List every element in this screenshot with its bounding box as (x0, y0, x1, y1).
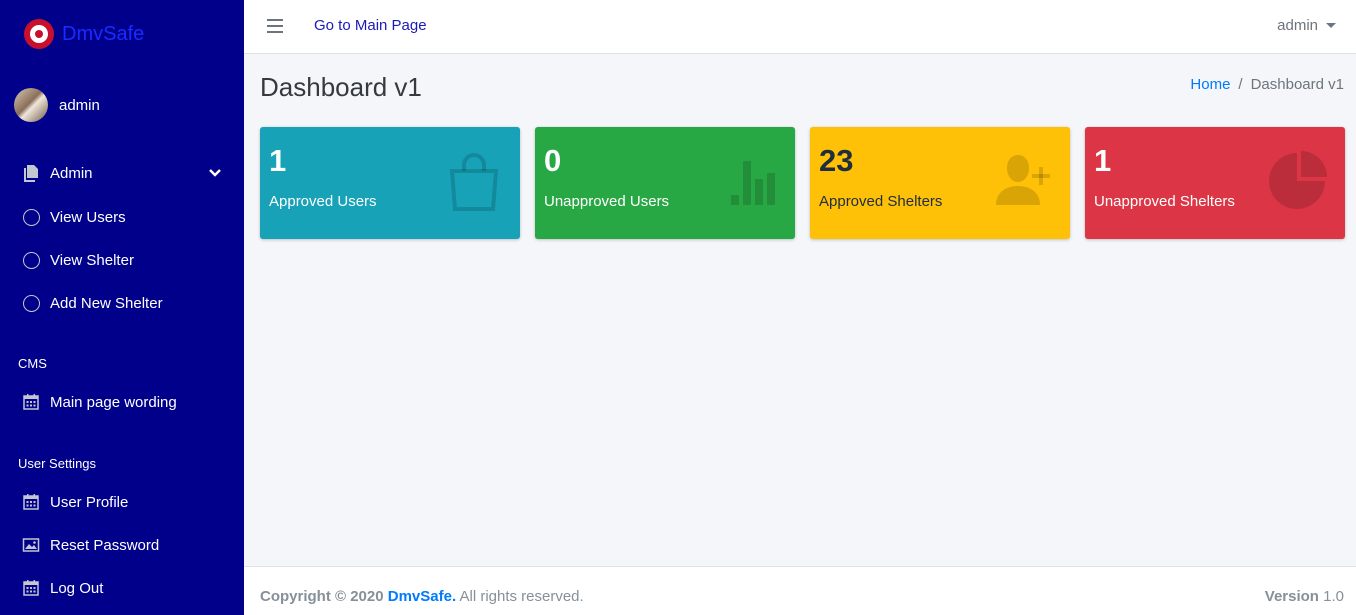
sidebar-item-label: Admin (50, 164, 93, 182)
stat-label: Unapproved Users (544, 193, 670, 210)
sidebar-item-main-page-wording[interactable]: Main page wording (0, 384, 244, 420)
go-to-main-page-link[interactable]: Go to Main Page (314, 17, 427, 34)
footer-brand-link[interactable]: DmvSafe. (388, 588, 456, 605)
pie-chart-icon (1267, 147, 1331, 211)
page-title: Dashboard v1 (260, 72, 422, 102)
version-label: Version (1264, 588, 1319, 605)
stat-box-approved-shelters[interactable]: 23 Approved Shelters (810, 127, 1070, 239)
sidebar-item-user-profile[interactable]: User Profile (0, 484, 244, 520)
stat-box-unapproved-users[interactable]: 0 Unapproved Users (535, 127, 795, 239)
caret-down-icon (1326, 23, 1336, 28)
brand-link[interactable]: DmvSafe (24, 18, 144, 50)
calendar-icon (22, 393, 40, 411)
brand-logo-icon (24, 19, 54, 49)
footer: Copyright © 2020 DmvSafe. All rights res… (244, 566, 1356, 615)
hamburger-menu-icon[interactable] (267, 19, 283, 33)
user-panel[interactable]: admin (14, 88, 100, 122)
user-dropdown-label: admin (1277, 17, 1318, 34)
sidebar-item-view-users[interactable]: View Users (0, 199, 244, 235)
stat-box-unapproved-shelters[interactable]: 1 Unapproved Shelters (1085, 127, 1345, 239)
copyright-prefix: Copyright © 2020 (260, 588, 384, 605)
circle-icon (22, 294, 40, 312)
circle-icon (22, 208, 40, 226)
breadcrumb-home-link[interactable]: Home (1190, 76, 1230, 93)
version: Version 1.0 (1265, 588, 1344, 605)
breadcrumb: Home / Dashboard v1 (1190, 76, 1344, 93)
sidebar-item-add-new-shelter[interactable]: Add New Shelter (0, 285, 244, 321)
stat-value: 0 (544, 143, 562, 178)
nav-header-cms: CMS (18, 356, 47, 371)
sidebar: DmvSafe admin Admin View Users View Shel… (0, 0, 244, 615)
calendar-icon (22, 579, 40, 597)
stat-value: 23 (819, 143, 854, 178)
brand-name: DmvSafe (62, 22, 145, 45)
rights-text: All rights reserved. (459, 588, 584, 605)
user-dropdown[interactable]: admin (1277, 17, 1336, 34)
sidebar-item-view-shelter[interactable]: View Shelter (0, 242, 244, 278)
avatar (14, 88, 48, 122)
sidebar-item-admin[interactable]: Admin (0, 155, 244, 191)
user-plus-icon (992, 147, 1056, 211)
sidebar-item-log-out[interactable]: Log Out (0, 570, 244, 606)
stat-box-approved-users[interactable]: 1 Approved Users (260, 127, 520, 239)
stat-label: Approved Users (269, 193, 377, 210)
sidebar-item-label: View Shelter (50, 251, 134, 269)
stat-label: Approved Shelters (819, 193, 943, 210)
stat-value: 1 (269, 143, 287, 178)
stat-value: 1 (1094, 143, 1112, 178)
version-value: 1.0 (1323, 588, 1344, 605)
calendar-icon (22, 493, 40, 511)
sidebar-item-label: Log Out (50, 579, 104, 597)
nav-header-user-settings: User Settings (18, 456, 97, 471)
circle-icon (22, 251, 40, 269)
sidebar-item-label: Reset Password (50, 536, 160, 554)
sidebar-item-label: Main page wording (50, 393, 177, 411)
sidebar-item-label: User Profile (50, 493, 129, 511)
bar-chart-icon (717, 147, 781, 211)
breadcrumb-current: Dashboard v1 (1250, 76, 1344, 93)
copyright: Copyright © 2020 DmvSafe. All rights res… (260, 588, 584, 605)
shopping-bag-icon (442, 147, 506, 211)
chevron-down-icon[interactable] (208, 166, 222, 180)
image-icon (22, 536, 40, 554)
sidebar-item-label: View Users (50, 208, 126, 226)
stat-label: Unapproved Shelters (1094, 193, 1235, 210)
copy-icon (22, 164, 40, 182)
sidebar-item-reset-password[interactable]: Reset Password (0, 527, 244, 563)
sidebar-item-label: Add New Shelter (50, 294, 163, 312)
breadcrumb-separator: / (1238, 76, 1243, 93)
sidebar-user-name[interactable]: admin (59, 97, 100, 114)
topbar: Go to Main Page admin (244, 0, 1356, 54)
